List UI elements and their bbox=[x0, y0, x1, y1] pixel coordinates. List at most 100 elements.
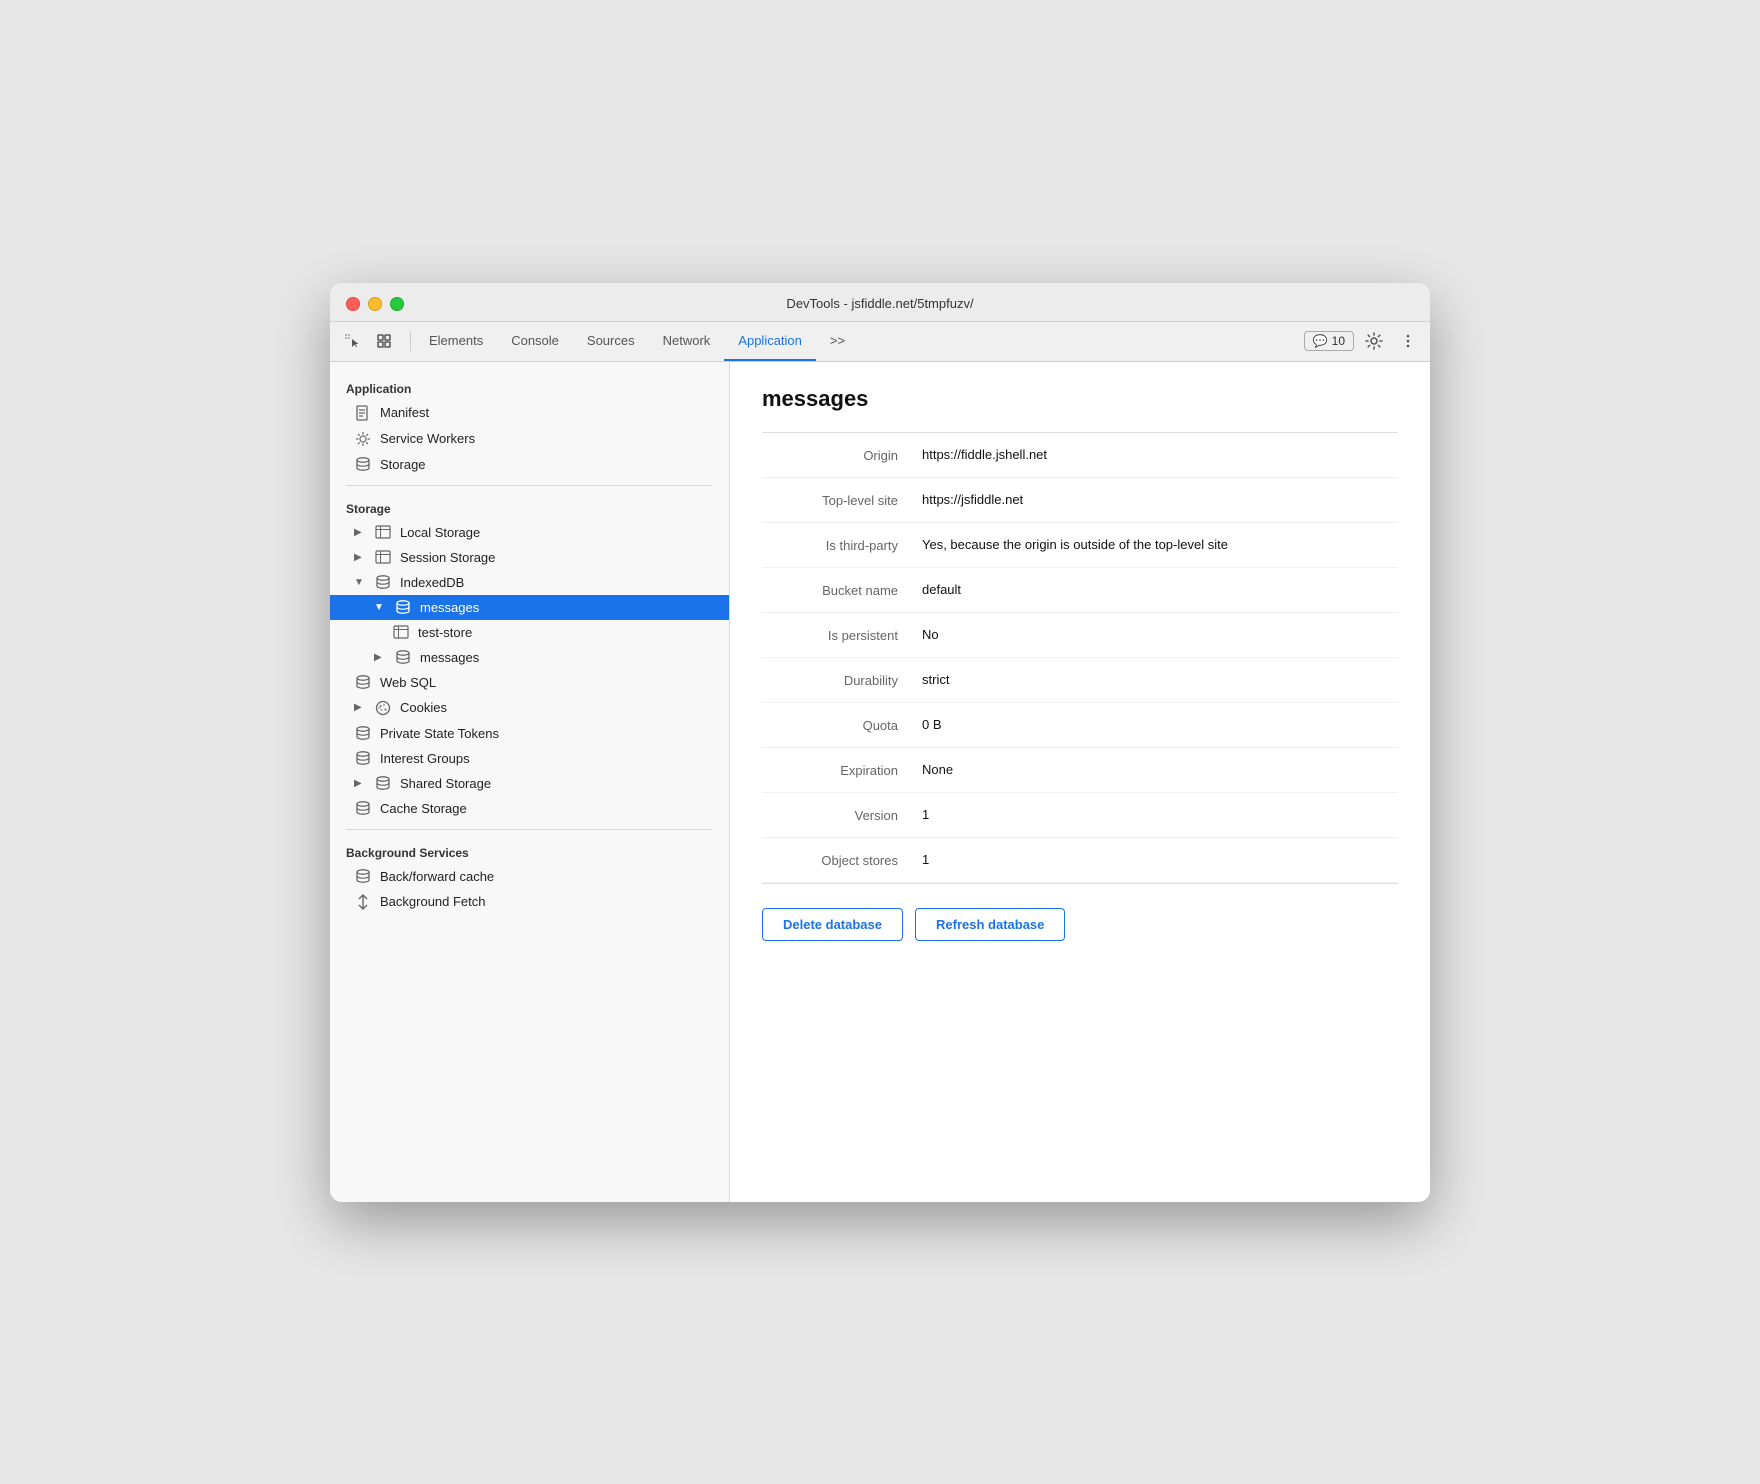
detail-label-origin: Origin bbox=[762, 447, 922, 463]
detail-label-version: Version bbox=[762, 807, 922, 823]
tabs: Elements Console Sources Network Applica… bbox=[415, 322, 1304, 361]
detail-value-bucket-name: default bbox=[922, 582, 1398, 597]
sidebar-item-service-workers[interactable]: Service Workers bbox=[330, 426, 729, 452]
main: Application Manifest bbox=[330, 362, 1430, 1202]
content-title: messages bbox=[762, 386, 1398, 412]
cookies-icon bbox=[374, 700, 392, 716]
detail-row-top-level-site: Top-level site https://jsfiddle.net bbox=[762, 478, 1398, 523]
detail-row-version: Version 1 bbox=[762, 793, 1398, 838]
detail-label-is-third-party: Is third-party bbox=[762, 537, 922, 553]
sidebar-item-cache-storage[interactable]: Cache Storage bbox=[330, 796, 729, 821]
sidebar-item-messages-collapsed[interactable]: ▶ messages bbox=[330, 645, 729, 670]
detail-value-origin: https://fiddle.jshell.net bbox=[922, 447, 1398, 462]
content-panel: messages Origin https://fiddle.jshell.ne… bbox=[730, 362, 1430, 1202]
session-storage-icon bbox=[374, 550, 392, 564]
titlebar: DevTools - jsfiddle.net/5tmpfuzv/ bbox=[330, 283, 1430, 322]
messages-db-icon bbox=[394, 600, 412, 614]
shared-storage-label: Shared Storage bbox=[400, 776, 491, 791]
arrow-shared-storage: ▶ bbox=[354, 778, 366, 789]
detail-label-is-persistent: Is persistent bbox=[762, 627, 922, 643]
divider-1 bbox=[346, 485, 713, 486]
tab-elements[interactable]: Elements bbox=[415, 322, 497, 361]
chat-badge[interactable]: 💬 10 bbox=[1304, 331, 1354, 351]
cursor-icon bbox=[344, 333, 360, 349]
tab-application[interactable]: Application bbox=[724, 322, 816, 361]
sidebar-item-interest-groups[interactable]: Interest Groups bbox=[330, 746, 729, 771]
detail-row-is-third-party: Is third-party Yes, because the origin i… bbox=[762, 523, 1398, 568]
detail-value-is-persistent: No bbox=[922, 627, 1398, 642]
detail-label-expiration: Expiration bbox=[762, 762, 922, 778]
test-store-icon bbox=[392, 625, 410, 639]
sidebar: Application Manifest bbox=[330, 362, 730, 1202]
maximize-button[interactable] bbox=[390, 297, 404, 311]
window-title: DevTools - jsfiddle.net/5tmpfuzv/ bbox=[786, 296, 973, 311]
tab-network[interactable]: Network bbox=[649, 322, 725, 361]
detail-value-quota: 0 B bbox=[922, 717, 1398, 732]
arrow-indexeddb: ▼ bbox=[354, 577, 366, 588]
arrow-cookies: ▶ bbox=[354, 702, 366, 713]
detail-row-bucket-name: Bucket name default bbox=[762, 568, 1398, 613]
background-fetch-icon bbox=[354, 894, 372, 910]
sidebar-item-test-store[interactable]: test-store bbox=[330, 620, 729, 645]
back-forward-cache-icon bbox=[354, 869, 372, 883]
session-storage-label: Session Storage bbox=[400, 550, 495, 565]
detail-value-expiration: None bbox=[922, 762, 1398, 777]
sidebar-item-storage-root[interactable]: Storage bbox=[330, 452, 729, 477]
tab-sources[interactable]: Sources bbox=[573, 322, 649, 361]
refresh-database-button[interactable]: Refresh database bbox=[915, 908, 1065, 941]
sidebar-item-background-fetch[interactable]: Background Fetch bbox=[330, 889, 729, 915]
sidebar-item-messages-active[interactable]: ▼ messages bbox=[330, 595, 729, 620]
detail-value-top-level-site: https://jsfiddle.net bbox=[922, 492, 1398, 507]
gear-icon bbox=[354, 431, 372, 447]
chat-count: 10 bbox=[1332, 334, 1345, 348]
inspect-icon-button[interactable] bbox=[370, 327, 398, 355]
test-store-label: test-store bbox=[418, 625, 472, 640]
sidebar-item-private-state-tokens[interactable]: Private State Tokens bbox=[330, 721, 729, 746]
sidebar-section-storage: Storage bbox=[330, 494, 729, 520]
detail-row-is-persistent: Is persistent No bbox=[762, 613, 1398, 658]
detail-row-expiration: Expiration None bbox=[762, 748, 1398, 793]
settings-button[interactable] bbox=[1360, 327, 1388, 355]
detail-row-object-stores: Object stores 1 bbox=[762, 838, 1398, 883]
detail-label-bucket-name: Bucket name bbox=[762, 582, 922, 598]
tab-console[interactable]: Console bbox=[497, 322, 573, 361]
web-sql-icon bbox=[354, 675, 372, 689]
sidebar-item-indexeddb[interactable]: ▼ IndexedDB bbox=[330, 570, 729, 595]
sidebar-item-local-storage[interactable]: ▶ Local Storage bbox=[330, 520, 729, 545]
detail-row-quota: Quota 0 B bbox=[762, 703, 1398, 748]
close-button[interactable] bbox=[346, 297, 360, 311]
cursor-icon-button[interactable] bbox=[338, 327, 366, 355]
arrow-messages-collapsed: ▶ bbox=[374, 652, 386, 663]
sidebar-item-cookies[interactable]: ▶ Cookies bbox=[330, 695, 729, 721]
sidebar-item-shared-storage[interactable]: ▶ Shared Storage bbox=[330, 771, 729, 796]
settings-icon bbox=[1365, 332, 1383, 350]
detail-row-origin: Origin https://fiddle.jshell.net bbox=[762, 433, 1398, 478]
minimize-button[interactable] bbox=[368, 297, 382, 311]
local-storage-icon bbox=[374, 525, 392, 539]
storage-db-icon bbox=[354, 457, 372, 471]
interest-groups-icon bbox=[354, 751, 372, 765]
interest-groups-label: Interest Groups bbox=[380, 751, 470, 766]
arrow-session-storage: ▶ bbox=[354, 552, 366, 563]
detail-value-is-third-party: Yes, because the origin is outside of th… bbox=[922, 537, 1398, 552]
private-state-tokens-icon bbox=[354, 726, 372, 740]
sidebar-item-back-forward-cache[interactable]: Back/forward cache bbox=[330, 864, 729, 889]
delete-database-button[interactable]: Delete database bbox=[762, 908, 903, 941]
detail-label-object-stores: Object stores bbox=[762, 852, 922, 868]
local-storage-label: Local Storage bbox=[400, 525, 480, 540]
sidebar-section-background: Background Services bbox=[330, 838, 729, 864]
cookies-label: Cookies bbox=[400, 700, 447, 715]
sidebar-item-session-storage[interactable]: ▶ Session Storage bbox=[330, 545, 729, 570]
more-button[interactable] bbox=[1394, 327, 1422, 355]
toolbar-right: 💬 10 bbox=[1304, 327, 1422, 355]
tab-more[interactable]: >> bbox=[816, 322, 859, 361]
web-sql-label: Web SQL bbox=[380, 675, 436, 690]
more-icon bbox=[1400, 333, 1416, 349]
manifest-icon bbox=[354, 405, 372, 421]
sidebar-item-web-sql[interactable]: Web SQL bbox=[330, 670, 729, 695]
sidebar-item-manifest[interactable]: Manifest bbox=[330, 400, 729, 426]
storage-root-label: Storage bbox=[380, 457, 426, 472]
toolbar: Elements Console Sources Network Applica… bbox=[330, 322, 1430, 362]
cache-storage-label: Cache Storage bbox=[380, 801, 467, 816]
service-workers-label: Service Workers bbox=[380, 431, 475, 446]
